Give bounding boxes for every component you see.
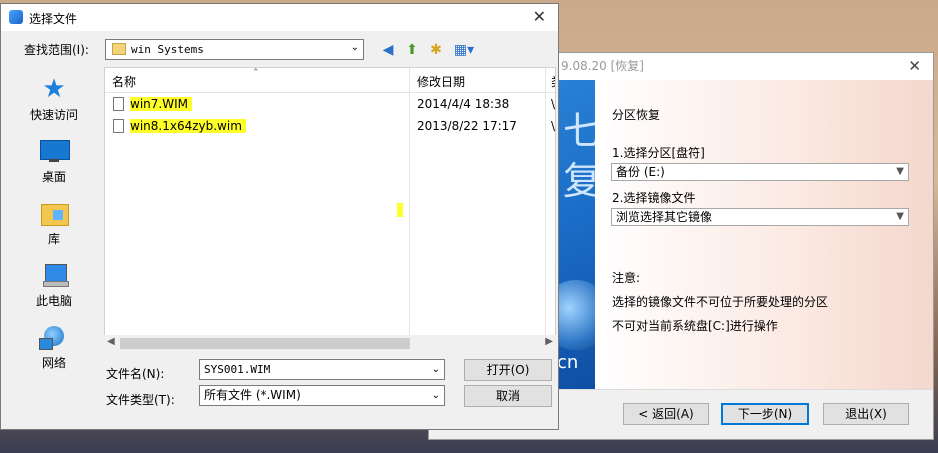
- chevron-down-icon: ⌄: [431, 390, 440, 401]
- place-this-pc[interactable]: 此电脑: [5, 262, 103, 309]
- app-icon: [9, 10, 23, 24]
- chevron-down-icon: ⌄: [350, 42, 359, 53]
- filename-label: 文件名(N):: [106, 367, 165, 381]
- place-library[interactable]: 库: [5, 200, 103, 247]
- library-icon: [39, 200, 69, 226]
- place-network[interactable]: 网络: [5, 324, 103, 371]
- file-date: 2014/4/4 18:38: [417, 97, 510, 111]
- banner-char-2: 复: [563, 159, 595, 203]
- note-line-1: 选择的镜像文件不可位于所要处理的分区: [612, 295, 829, 309]
- chevron-down-icon: ▼: [896, 211, 904, 222]
- restore-content: 分区恢复 1.选择分区[盘符] 备份 (E:) ▼ 2.选择镜像文件 浏览选择其…: [595, 80, 933, 391]
- dialog-close-icon[interactable]: ✕: [533, 7, 546, 26]
- scroll-left-icon[interactable]: ◀: [107, 336, 115, 347]
- computer-icon: [39, 262, 69, 288]
- up-folder-icon[interactable]: ⬆: [403, 41, 421, 59]
- note-line-2: 不可对当前系统盘[C:]进行操作: [612, 319, 778, 333]
- filename-input[interactable]: SYS001.WIM ⌄: [199, 359, 445, 380]
- place-label: 网络: [41, 356, 66, 370]
- look-in-value: win Systems: [131, 43, 204, 56]
- scroll-right-icon[interactable]: ▶: [545, 336, 553, 347]
- back-icon[interactable]: ◀: [379, 41, 397, 59]
- dialog-title-bar: 选择文件 ✕: [1, 4, 558, 31]
- filename-value: SYS001.WIM: [204, 363, 271, 376]
- desktop-icon: [39, 138, 70, 164]
- note-title: 注意:: [612, 271, 641, 285]
- scroll-thumb[interactable]: [120, 338, 410, 349]
- file-type: \: [551, 119, 556, 133]
- cancel-button[interactable]: 取消: [464, 385, 552, 407]
- folder-icon: [112, 43, 126, 55]
- file-row[interactable]: win7.WIM 2014/4/4 18:38 \: [105, 94, 555, 116]
- restore-header: 分区恢复: [612, 108, 661, 122]
- dialog-title: 选择文件: [29, 12, 78, 26]
- select-file-dialog: 选择文件 ✕ 查找范围(I): win Systems ⌄ ◀ ⬆ ✱ ▦▾ ★…: [0, 3, 559, 430]
- place-label: 快速访问: [29, 108, 78, 122]
- banner-domain-text: cn: [557, 352, 579, 373]
- file-date: 2013/8/22 17:17: [417, 119, 517, 133]
- partition-select-value: 备份 (E:): [616, 165, 665, 179]
- banner-char-1: 七: [563, 109, 595, 153]
- chevron-down-icon: ⌄: [431, 364, 440, 375]
- file-type: \: [551, 97, 556, 111]
- new-folder-icon[interactable]: ✱: [427, 41, 445, 59]
- place-label: 此电脑: [35, 294, 72, 308]
- column-type[interactable]: 类: [551, 73, 555, 90]
- file-list: 名称 ⌃ 修改日期 类 win7.WIM 2014/4/4 18:38 \ wi…: [104, 67, 556, 350]
- exit-button[interactable]: 退出(X): [823, 403, 909, 425]
- network-icon: [39, 324, 69, 350]
- chevron-down-icon: ▼: [896, 166, 904, 177]
- image-select-value: 浏览选择其它镜像: [616, 210, 713, 224]
- horizontal-scrollbar[interactable]: ◀ ▶: [104, 335, 556, 352]
- image-select[interactable]: 浏览选择其它镜像 ▼: [611, 208, 909, 226]
- star-icon: ★: [42, 74, 66, 104]
- filetype-select[interactable]: 所有文件 (*.WIM) ⌄: [199, 385, 445, 406]
- places-bar: ★ 快速访问 桌面 库 此电脑 网络: [5, 68, 103, 370]
- sort-arrow-icon: ⌃: [252, 68, 260, 78]
- step2-label: 2.选择镜像文件: [612, 191, 696, 205]
- partition-select[interactable]: 备份 (E:) ▼: [611, 163, 909, 181]
- filetype-label: 文件类型(T):: [106, 393, 175, 407]
- step1-label: 1.选择分区[盘符]: [612, 146, 705, 160]
- file-icon: [113, 119, 124, 133]
- restore-close-icon[interactable]: ✕: [908, 53, 921, 80]
- restore-title: 9.08.20 [恢复]: [561, 59, 644, 73]
- file-name: win7.WIM: [130, 97, 192, 111]
- next-button[interactable]: 下一步(N): [721, 403, 809, 425]
- place-quick-access[interactable]: ★ 快速访问: [5, 76, 103, 123]
- back-button[interactable]: < 返回(A): [623, 403, 709, 425]
- place-label: 桌面: [41, 170, 66, 184]
- column-name[interactable]: 名称: [112, 73, 136, 90]
- place-desktop[interactable]: 桌面: [5, 138, 103, 185]
- file-list-header: 名称 ⌃ 修改日期 类: [105, 68, 555, 93]
- place-label: 库: [47, 232, 60, 246]
- open-button[interactable]: 打开(O): [464, 359, 552, 381]
- file-row[interactable]: win8.1x64zyb.wim 2013/8/22 17:17 \: [105, 116, 555, 138]
- highlight-mark: [397, 203, 403, 217]
- filetype-value: 所有文件 (*.WIM): [204, 388, 301, 402]
- view-menu-icon[interactable]: ▦▾: [451, 41, 477, 59]
- look-in-select[interactable]: win Systems ⌄: [105, 39, 364, 60]
- column-date[interactable]: 修改日期: [417, 73, 465, 90]
- look-in-label: 查找范围(I):: [24, 43, 89, 57]
- file-name: win8.1x64zyb.wim: [130, 119, 246, 133]
- file-icon: [113, 97, 124, 111]
